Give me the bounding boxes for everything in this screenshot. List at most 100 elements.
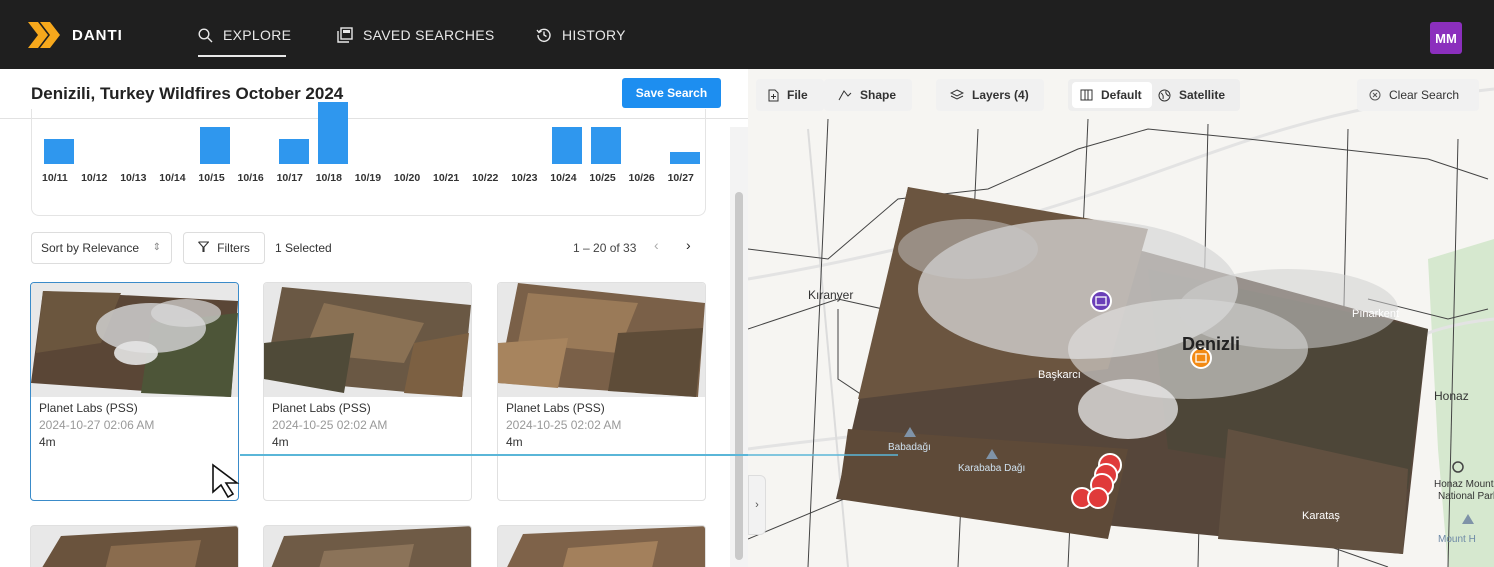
result-card[interactable]: Planet Labs (PSS) 2024-10-27 02:06 AM 4m — [30, 282, 239, 501]
nav-active-indicator — [198, 55, 286, 57]
histogram-bar[interactable] — [591, 127, 622, 164]
search-icon — [198, 27, 213, 43]
histogram-date-label: 10/15 — [198, 172, 225, 184]
prev-page-icon[interactable]: ‹ — [654, 237, 659, 253]
result-card[interactable] — [263, 525, 472, 567]
sort-chevron-icon: ⇕ — [152, 242, 161, 253]
histogram-date-label: 10/24 — [550, 172, 577, 184]
top-navigation-bar: DANTI EXPLORE SAVED SEARCHES HISTORY MM — [0, 0, 1494, 69]
map-label: Honaz — [1434, 389, 1469, 403]
histogram-date-label: 10/19 — [354, 172, 382, 184]
histogram-date-label: 10/26 — [628, 172, 655, 184]
histogram-date-label: 10/18 — [315, 172, 342, 184]
date-histogram: 10/11 10/12 10/13 10/14 10/15 10/16 10/17 10/18… — [31, 102, 706, 216]
shape-draw-icon — [838, 89, 852, 102]
basemap-satellite-option[interactable]: Satellite — [1154, 82, 1238, 108]
histogram-bar[interactable] — [278, 139, 309, 164]
histogram-date-label: 10/22 — [472, 172, 499, 184]
histogram-bar[interactable] — [317, 102, 348, 164]
result-date: 2024-10-25 02:02 AM — [272, 418, 388, 432]
result-thumbnail — [498, 283, 705, 397]
histogram-bar[interactable] — [552, 127, 583, 164]
results-panel: Denizili, Turkey Wildfires October 2024 … — [0, 69, 748, 567]
result-date: 2024-10-27 02:06 AM — [39, 418, 155, 432]
danti-logo[interactable]: DANTI — [28, 22, 123, 48]
histogram-date-label: 10/11 — [42, 172, 68, 184]
nav-history[interactable]: HISTORY — [536, 25, 626, 45]
histogram-date-label: 10/23 — [511, 172, 538, 184]
results-controls: Sort by Relevance ⇕ Filters 1 Selected 1… — [31, 232, 706, 264]
file-upload-button[interactable]: File — [756, 79, 824, 111]
result-date: 2024-10-25 02:02 AM — [506, 418, 622, 432]
histogram-date-label: 10/25 — [589, 172, 616, 184]
clear-icon — [1369, 89, 1381, 101]
histogram-date-label: 10/20 — [393, 172, 421, 184]
filter-icon — [198, 241, 210, 255]
save-search-button[interactable]: Save Search — [622, 78, 721, 108]
file-button-label: File — [787, 88, 808, 102]
sort-select[interactable]: Sort by Relevance ⇕ — [31, 232, 172, 264]
history-icon — [536, 27, 552, 43]
nav-saved-label: SAVED SEARCHES — [363, 27, 495, 43]
danti-logo-icon — [28, 22, 60, 48]
result-resolution: 4m — [39, 435, 56, 449]
result-thumbnail — [271, 526, 471, 567]
results-scrollbar-thumb[interactable] — [735, 192, 743, 560]
selection-connector-line — [240, 454, 748, 456]
search-title: Denizili, Turkey Wildfires October 2024 — [31, 84, 344, 103]
histogram-date-label: 10/13 — [120, 172, 147, 184]
map-label-city: Denizli — [1182, 334, 1240, 354]
satellite-overlay — [836, 187, 1428, 554]
histogram-date-label: 10/27 — [667, 172, 694, 184]
result-resolution: 4m — [272, 435, 289, 449]
shape-draw-button[interactable]: Shape — [824, 79, 912, 111]
result-card[interactable] — [30, 525, 239, 567]
layers-button[interactable]: Layers (4) — [936, 79, 1044, 111]
chevron-right-icon: › — [755, 499, 759, 511]
map-label: Mount H — [1438, 534, 1476, 545]
file-icon — [768, 89, 779, 102]
layers-button-label: Layers (4) — [972, 88, 1029, 102]
nav-explore-label: EXPLORE — [223, 27, 292, 43]
map-canvas[interactable]: Kıranyer Pınarkent Denizli Başkarcı Hona… — [748, 69, 1494, 567]
nav-saved-searches[interactable]: SAVED SEARCHES — [337, 25, 495, 45]
result-provider: Planet Labs (PSS) — [39, 401, 138, 415]
basemap-default-option[interactable]: Default — [1072, 82, 1152, 108]
mouse-cursor-icon — [212, 463, 240, 499]
nav-history-label: HISTORY — [562, 27, 626, 43]
clear-search-button[interactable]: Clear Search — [1357, 79, 1479, 111]
shape-button-label: Shape — [860, 88, 897, 102]
map-road — [807, 128, 849, 567]
result-card[interactable]: Planet Labs (PSS) 2024-10-25 02:02 AM 4m — [497, 282, 706, 501]
park-area — [1428, 239, 1494, 567]
map-label: Honaz Mounta National Park — [1434, 479, 1494, 502]
nav-explore[interactable]: EXPLORE — [198, 25, 291, 45]
histogram-bar[interactable] — [669, 152, 700, 164]
map-label: Pınarkent — [1352, 308, 1399, 320]
panel-toggle-handle[interactable]: › — [748, 475, 766, 535]
map-label: Babadağı — [888, 442, 931, 453]
purple-poi-marker[interactable] — [1090, 290, 1112, 312]
filters-button[interactable]: Filters — [183, 232, 265, 264]
satellite-icon — [1158, 89, 1171, 102]
saved-stack-icon — [337, 27, 353, 43]
brand-name: DANTI — [72, 26, 123, 44]
map-label: Kıranyer — [808, 288, 853, 302]
result-card[interactable] — [497, 525, 706, 567]
histogram-bar[interactable] — [44, 139, 74, 164]
histogram-bar[interactable] — [200, 127, 231, 164]
pagination-range: 1 – 20 of 33 — [573, 241, 637, 255]
result-thumbnail — [507, 526, 705, 567]
sort-select-value: Sort by Relevance — [41, 241, 140, 255]
clear-search-label: Clear Search — [1389, 88, 1460, 102]
histogram-date-label: 10/12 — [81, 172, 108, 184]
user-avatar[interactable]: MM — [1430, 22, 1462, 54]
result-card[interactable]: Planet Labs (PSS) 2024-10-25 02:02 AM 4m — [263, 282, 472, 501]
result-thumbnail — [31, 283, 238, 397]
map-icon — [1080, 89, 1093, 101]
histogram-date-label: 10/16 — [237, 172, 264, 184]
map-view[interactable]: Kıranyer Pınarkent Denizli Başkarcı Hona… — [748, 69, 1494, 567]
next-page-icon[interactable]: › — [686, 237, 691, 253]
map-label: Karataş — [1302, 510, 1340, 522]
result-thumbnail — [264, 283, 471, 397]
